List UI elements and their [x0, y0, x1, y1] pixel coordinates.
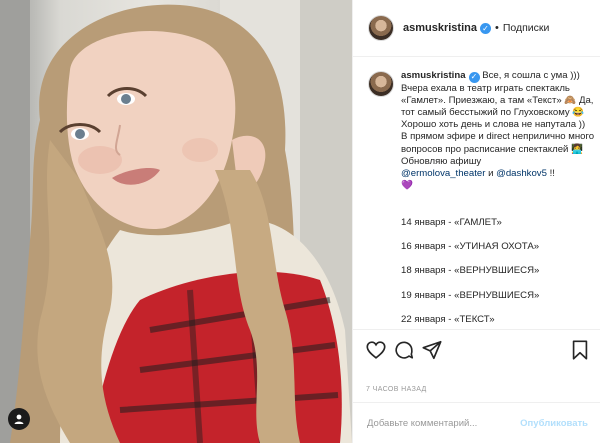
post-photo[interactable]	[0, 0, 352, 443]
caption-avatar[interactable]	[368, 71, 394, 97]
caption-area: asmuskristina ✓ Все, я сошла с ума ))) Вч…	[353, 57, 600, 329]
actions-bar	[353, 329, 600, 380]
avatar[interactable]	[368, 15, 394, 41]
and-word: и	[485, 168, 497, 180]
comment-input[interactable]	[365, 417, 519, 430]
comment-icon[interactable]	[393, 339, 415, 361]
caption-text: Все, я сошла с ума ))) Вчера ехала в теа…	[401, 70, 595, 167]
separator-dot: •	[494, 22, 499, 34]
mention-link-dashkov[interactable]: @dashkov5	[496, 168, 547, 179]
caption-verified-badge-icon: ✓	[468, 71, 480, 83]
post-timestamp[interactable]: 7 ЧАСОВ НАЗАД	[366, 386, 427, 393]
schedule-list: 14 января - «ГАМЛЕТ» 16 января - «УТИНАЯ…	[401, 204, 597, 338]
mention-link-ermolova[interactable]: @ermolova_theater	[401, 168, 485, 179]
photo-corner-icon[interactable]	[8, 408, 30, 430]
header-username[interactable]: asmuskristina	[403, 22, 477, 34]
schedule-item: 22 января - «ТЕКСТ»	[401, 314, 495, 326]
schedule-item: 16 января - «УТИНАЯ ОХОТА»	[401, 241, 540, 253]
portrait-illustration	[0, 0, 352, 443]
schedule-item: 19 января - «ВЕРНУВШИЕСЯ»	[401, 289, 540, 301]
comment-bar: Опубликовать	[353, 402, 600, 444]
caption-username[interactable]: asmuskristina	[401, 70, 466, 81]
post-caption: asmuskristina ✓ Все, я сошла с ума ))) Вч…	[401, 70, 597, 351]
share-icon[interactable]	[421, 339, 443, 361]
schedule-item: 18 января - «ВЕРНУВШИЕСЯ»	[401, 265, 540, 277]
schedule-item: 14 января - «ГАМЛЕТ»	[401, 216, 502, 228]
publish-button[interactable]: Опубликовать	[520, 418, 588, 429]
post-side-panel: asmuskristina ✓ • Подписки asmuskristina…	[352, 0, 600, 443]
following-button[interactable]: Подписки	[503, 22, 550, 34]
heart-icon[interactable]	[365, 339, 387, 361]
verified-badge-icon: ✓	[479, 22, 491, 34]
post-header: asmuskristina ✓ • Подписки	[353, 0, 600, 57]
bookmark-icon[interactable]	[569, 339, 591, 361]
